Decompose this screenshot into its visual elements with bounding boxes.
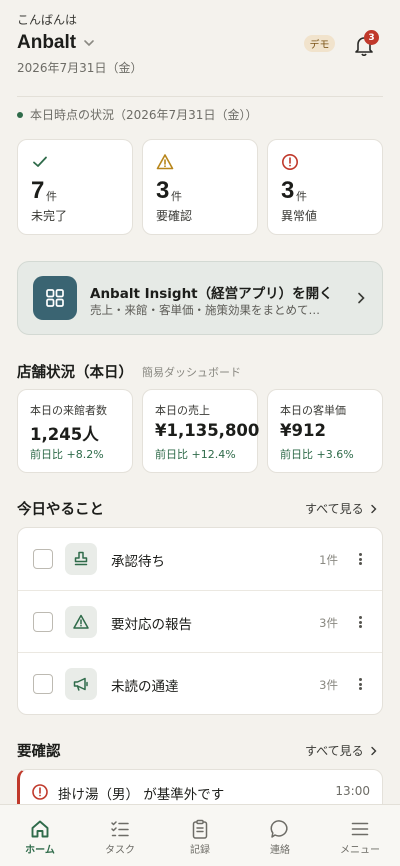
todo-item-notices[interactable]: 未読の通達 3件	[18, 652, 382, 714]
alert-circle-icon	[282, 154, 298, 170]
clipboard-icon	[192, 819, 208, 839]
alert-circle-icon	[32, 784, 48, 800]
status-text: 本日時点の状況（2026年7月31日（金））	[30, 108, 258, 122]
kpi-card-sales[interactable]: 本日の売上 ¥1,135,800 前日比 +12.4%	[142, 389, 260, 473]
stat-unit: 件	[171, 190, 182, 203]
kpi-delta: 前日比 +12.4%	[155, 448, 236, 461]
header: こんばんは Anbalt 2026年7月31日（金） デモ 3	[0, 0, 400, 96]
stat-value: 3	[156, 177, 170, 204]
kpi-label: 本日の来館者数	[30, 404, 107, 417]
nav-menu[interactable]: メニュー	[320, 805, 400, 866]
stat-card-incomplete[interactable]: 7 件 未完了	[17, 139, 133, 235]
chat-icon	[270, 820, 288, 838]
review-item-time: 13:00	[335, 784, 370, 798]
review-see-all-link[interactable]: すべて見る	[305, 742, 379, 759]
stat-label: 異常値	[281, 209, 318, 223]
review-title: 要確認	[17, 744, 61, 760]
nav-label: メニュー	[340, 845, 380, 856]
nav-label: タスク	[105, 845, 135, 856]
divider	[17, 96, 383, 97]
todo-item-reports[interactable]: 要対応の報告 3件	[18, 590, 382, 652]
stat-card-anomalies[interactable]: 3 件 異常値	[267, 139, 383, 235]
home-icon	[31, 820, 49, 838]
kpi-delta: 前日比 +8.2%	[30, 448, 104, 461]
kpi-delta: 前日比 +3.6%	[280, 448, 354, 461]
more-options-icon[interactable]	[357, 550, 363, 568]
kpi-card-avg-spend[interactable]: 本日の客単価 ¥912 前日比 +3.6%	[267, 389, 383, 473]
nav-label: 記録	[190, 845, 210, 856]
nav-contact[interactable]: 連絡	[240, 805, 320, 866]
todo-checkbox[interactable]	[33, 549, 53, 569]
chevron-right-icon	[370, 504, 377, 513]
status-line: 本日時点の状況（2026年7月31日（金））	[17, 106, 257, 123]
grid-icon	[33, 276, 77, 320]
todo-checkbox[interactable]	[33, 612, 53, 632]
see-all-label: すべて見る	[305, 744, 364, 758]
stat-value: 3	[281, 177, 295, 204]
todo-item-approval[interactable]: 承認待ち 1件	[18, 528, 382, 590]
task-list-icon	[111, 821, 129, 837]
kpi-label: 本日の売上	[155, 404, 210, 417]
todo-count: 3件	[319, 616, 338, 630]
stat-unit: 件	[46, 190, 57, 203]
stat-value: 7	[31, 177, 45, 204]
warning-icon	[156, 154, 174, 170]
status-dot	[17, 111, 23, 118]
chevron-right-icon	[370, 746, 377, 755]
todo-count: 1件	[319, 553, 338, 567]
todo-label: 未読の通達	[111, 679, 179, 695]
todo-see-all-link[interactable]: すべて見る	[305, 500, 379, 517]
megaphone-icon	[65, 668, 97, 700]
more-options-icon[interactable]	[357, 675, 363, 693]
nav-records[interactable]: 記録	[160, 805, 240, 866]
kpi-label: 本日の客単価	[280, 404, 346, 417]
check-icon	[33, 156, 47, 167]
menu-icon	[351, 822, 369, 836]
nav-label: 連絡	[270, 845, 290, 856]
stat-label: 未完了	[31, 209, 68, 223]
todo-label: 承認待ち	[111, 554, 165, 570]
store-status-subtitle: 簡易ダッシュボード	[142, 366, 241, 379]
nav-tasks[interactable]: タスク	[80, 805, 160, 866]
kpi-value: ¥1,135,800	[155, 421, 260, 440]
kpi-value: 1,245人	[30, 425, 99, 444]
insight-subtitle: 売上・来館・客単価・施策効果をまとめて…	[90, 303, 320, 317]
kpi-value: ¥912	[280, 421, 326, 440]
stat-label: 要確認	[156, 209, 193, 223]
store-name: Anbalt	[17, 32, 77, 53]
chevron-down-icon	[84, 40, 94, 47]
warning-icon	[65, 606, 97, 638]
stat-card-needs-review[interactable]: 3 件 要確認	[142, 139, 258, 235]
review-item[interactable]: 掛け湯（男） が基準外です 13:00	[17, 769, 383, 809]
insight-banner[interactable]: Anbalt Insight（経営アプリ）を開く 売上・来館・客単価・施策効果を…	[17, 261, 383, 335]
bottom-nav: ホーム タスク 記録 連絡 メニュー	[0, 804, 400, 866]
notification-badge: 3	[364, 30, 379, 45]
see-all-label: すべて見る	[305, 502, 364, 516]
greeting: こんばんは	[17, 13, 78, 27]
stat-unit: 件	[296, 190, 307, 203]
todo-count: 3件	[319, 678, 338, 692]
demo-badge: デモ	[304, 35, 335, 52]
todo-label: 要対応の報告	[111, 617, 192, 633]
store-status-title: 店舗状況（本日）	[17, 365, 133, 381]
todo-checkbox[interactable]	[33, 674, 53, 694]
todo-title: 今日やること	[17, 502, 104, 518]
review-item-text: 掛け湯（男） が基準外です	[58, 787, 225, 803]
nav-home[interactable]: ホーム	[0, 805, 80, 866]
current-date: 2026年7月31日（金）	[17, 61, 143, 75]
stamp-icon	[65, 543, 97, 575]
kpi-card-visitors[interactable]: 本日の来館者数 1,245人 前日比 +8.2%	[17, 389, 133, 473]
store-selector[interactable]: Anbalt	[17, 32, 96, 54]
insight-title: Anbalt Insight（経営アプリ）を開く	[90, 286, 333, 302]
todo-list: 承認待ち 1件 要対応の報告 3件 未読の通達 3件	[17, 527, 383, 715]
nav-label: ホーム	[25, 845, 55, 856]
chevron-right-icon	[358, 292, 365, 304]
more-options-icon[interactable]	[357, 613, 363, 631]
